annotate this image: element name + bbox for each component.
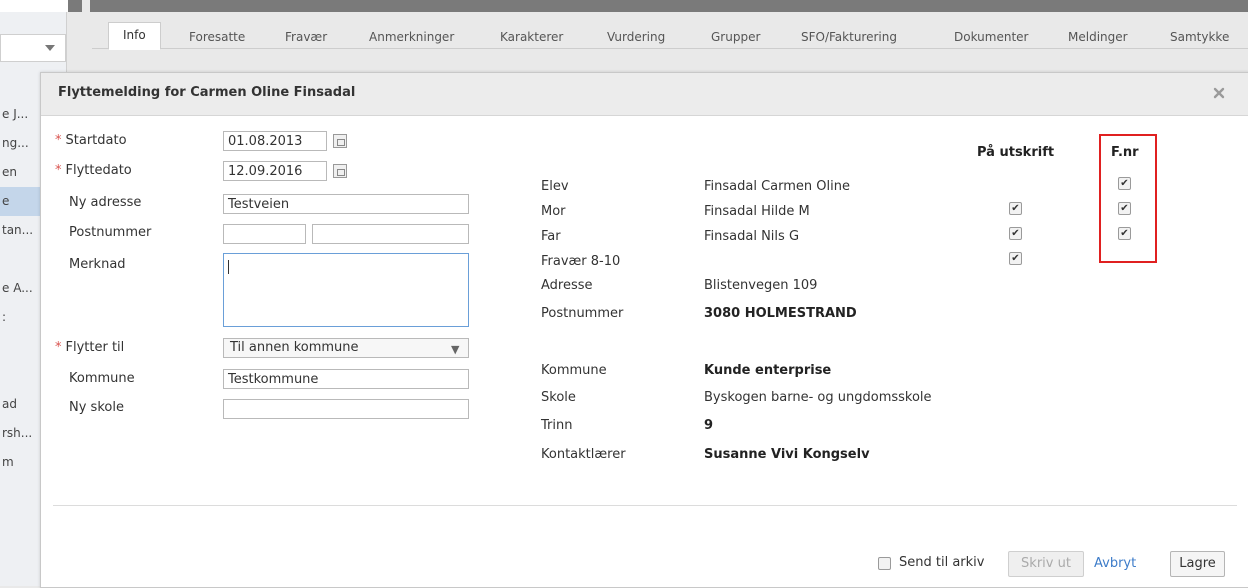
tab-bar: Info Foresatte Fravær Anmerkninger Karak… [92, 22, 1248, 50]
ny-skole-field[interactable] [223, 399, 469, 419]
tab-dokumenter[interactable]: Dokumenter [954, 26, 1028, 48]
info-label-kommune: Kommune [541, 363, 607, 378]
left-list-item[interactable]: ad [0, 390, 42, 419]
left-list-item[interactable] [0, 245, 42, 274]
chevron-down-icon [45, 45, 55, 51]
print-checkbox-far[interactable]: ✔ [1009, 227, 1022, 240]
lagre-button[interactable]: Lagre [1170, 551, 1225, 577]
info-label-trinn: Trinn [541, 418, 573, 433]
send-til-arkiv-checkbox[interactable] [878, 557, 891, 570]
text-cursor [228, 260, 229, 274]
fnr-checkbox-elev[interactable]: ✔ [1118, 177, 1131, 190]
tab-samtykke[interactable]: Samtykke [1170, 26, 1229, 48]
tab-foresatte[interactable]: Foresatte [189, 26, 245, 48]
tab-info[interactable]: Info [108, 22, 161, 50]
send-til-arkiv-label: Send til arkiv [899, 555, 985, 570]
tab-meldinger[interactable]: Meldinger [1068, 26, 1128, 48]
info-value-far: Finsadal Nils G [704, 229, 800, 244]
ny-skole-label: Ny skole [69, 400, 124, 415]
info-value-skole: Byskogen barne- og ungdomsskole [704, 390, 932, 405]
skriv-ut-button[interactable]: Skriv ut [1008, 551, 1084, 577]
info-value-trinn: 9 [704, 418, 714, 433]
highlight-box [1099, 134, 1157, 263]
print-checkbox-mor[interactable]: ✔ [1009, 202, 1022, 215]
info-label-fravaer: Fravær 8-10 [541, 254, 621, 269]
ny-adresse-field[interactable]: Testveien [223, 194, 469, 214]
startdato-label: * Startdato [55, 133, 127, 148]
chevron-down-icon: ▼ [451, 343, 460, 356]
close-icon[interactable] [1209, 83, 1229, 103]
left-list-item[interactable] [0, 361, 42, 390]
col-header-print: På utskrift [977, 145, 1055, 160]
flytter-til-select[interactable]: Til annen kommune ▼ [223, 338, 469, 358]
info-label-elev: Elev [541, 179, 569, 194]
flyttemelding-dialog: Flyttemelding for Carmen Oline Finsadal … [40, 72, 1248, 588]
left-list: e J... ng... en e tan... e A... : ad rsh… [0, 100, 42, 477]
info-value-adresse: Blistenvegen 109 [704, 278, 818, 293]
info-label-kontaktlaerer: Kontaktlærer [541, 447, 626, 462]
info-label-skole: Skole [541, 390, 576, 405]
footer-divider [53, 505, 1237, 506]
left-list-item[interactable]: tan... [0, 216, 42, 245]
info-value-kommune: Kunde enterprise [704, 363, 832, 378]
info-label-postnummer: Postnummer [541, 306, 624, 321]
postnummer-field[interactable] [223, 224, 306, 244]
info-value-elev: Finsadal Carmen Oline [704, 179, 850, 194]
left-list-item[interactable] [0, 332, 42, 361]
kommune-field[interactable]: Testkommune [223, 369, 469, 389]
info-value-kontaktlaerer: Susanne Vivi Kongselv [704, 447, 870, 462]
poststed-field[interactable] [312, 224, 469, 244]
left-list-item[interactable]: rsh... [0, 419, 42, 448]
dialog-title: Flyttemelding for Carmen Oline Finsadal [58, 85, 356, 100]
fnr-checkbox-far[interactable]: ✔ [1118, 227, 1131, 240]
tab-vurdering[interactable]: Vurdering [607, 26, 665, 48]
tab-sfo-fakturering[interactable]: SFO/Fakturering [801, 26, 897, 48]
startdato-field[interactable]: 01.08.2013 [223, 131, 327, 151]
tab-karakterer[interactable]: Karakterer [500, 26, 563, 48]
flytter-til-label: * Flytter til [55, 340, 125, 355]
postnummer-label: Postnummer [69, 225, 152, 240]
info-value-postnummer: 3080 HOLMESTRAND [704, 306, 857, 321]
info-label-adresse: Adresse [541, 278, 593, 293]
calendar-icon[interactable] [333, 164, 347, 178]
ny-adresse-label: Ny adresse [69, 195, 142, 210]
info-label-mor: Mor [541, 204, 566, 219]
info-label-far: Far [541, 229, 561, 244]
left-list-item-selected[interactable]: e [0, 187, 42, 216]
left-list-item[interactable]: : [0, 303, 42, 332]
kommune-label: Kommune [69, 371, 135, 386]
dialog-header: Flyttemelding for Carmen Oline Finsadal [41, 73, 1248, 116]
top-strip [0, 0, 1248, 12]
calendar-icon[interactable] [333, 134, 347, 148]
merknad-label: Merknad [69, 257, 126, 272]
print-checkbox-fravaer[interactable]: ✔ [1009, 252, 1022, 265]
merknad-textarea[interactable] [223, 253, 469, 327]
flyttedato-label: * Flyttedato [55, 163, 132, 178]
tab-grupper[interactable]: Grupper [711, 26, 760, 48]
tab-fravaer[interactable]: Fravær [285, 26, 327, 48]
avbryt-link[interactable]: Avbryt [1094, 556, 1136, 571]
fnr-checkbox-mor[interactable]: ✔ [1118, 202, 1131, 215]
flyttedato-field[interactable]: 12.09.2016 [223, 161, 327, 181]
info-value-mor: Finsadal Hilde M [704, 204, 810, 219]
student-select[interactable] [0, 34, 66, 62]
left-list-item[interactable]: ng... [0, 129, 42, 158]
left-list-item[interactable]: e A... [0, 274, 42, 303]
left-list-item[interactable]: en [0, 158, 42, 187]
left-list-item[interactable]: m [0, 448, 42, 477]
tab-anmerkninger[interactable]: Anmerkninger [369, 26, 454, 48]
left-list-item[interactable]: e J... [0, 100, 42, 129]
